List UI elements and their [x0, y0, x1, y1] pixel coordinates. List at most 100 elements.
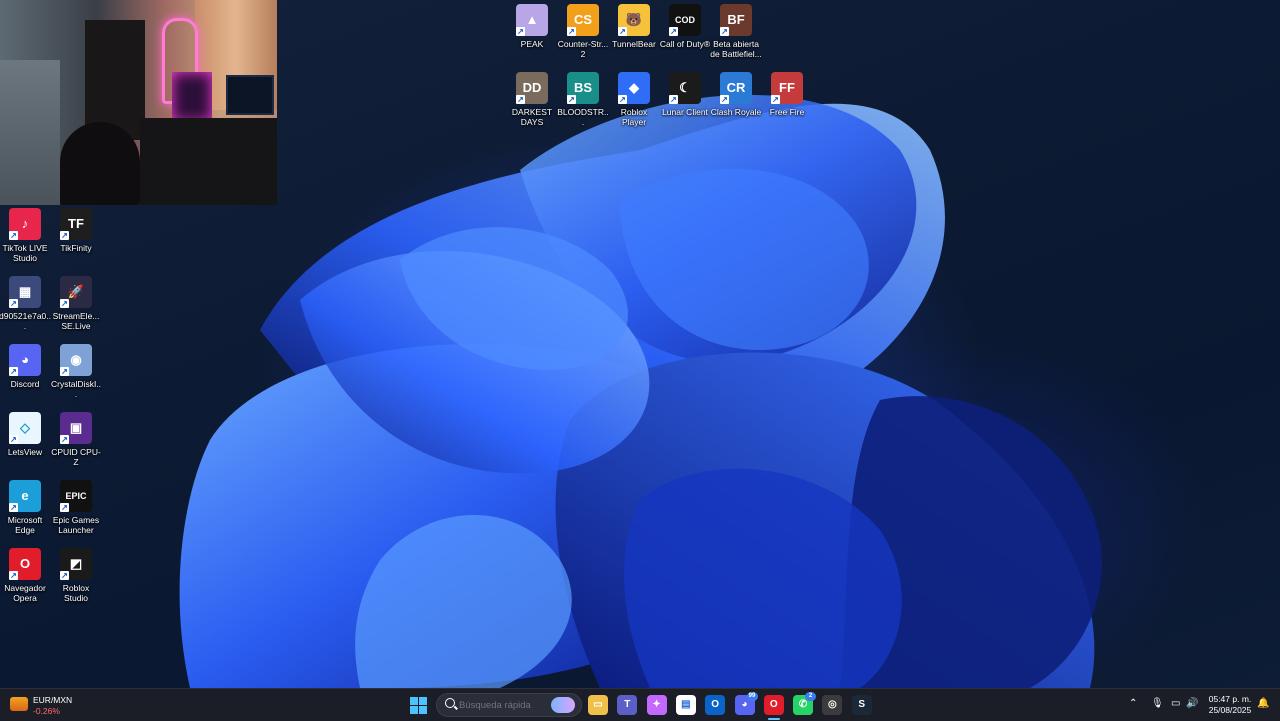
desktop-icon-label: Clash Royale [710, 107, 762, 117]
desktop-icon-call-of-duty[interactable]: COD ↗ Call of Duty® [659, 4, 711, 49]
desktop-icon-label: BLOODSTR... [557, 107, 609, 127]
desktop-icon-label: StreamEle... SE.Live [52, 311, 100, 331]
microphone-icon[interactable]: 🎙 [1151, 698, 1164, 709]
show-hidden-icons-chevron-icon[interactable]: ⌃ [1129, 698, 1137, 709]
roblox-studio-icon: ◩ ↗ [60, 548, 92, 580]
shortcut-arrow-icon: ↗ [60, 231, 69, 240]
taskbar-file-explorer-icon[interactable]: ▭ [588, 695, 608, 715]
shortcut-arrow-icon: ↗ [60, 503, 69, 512]
desktop-icon-tunnelbear[interactable]: 🐻 ↗ TunnelBear [608, 4, 660, 49]
desktop-icon-bloodstrike[interactable]: BS ↗ BLOODSTR... [557, 72, 609, 127]
desktop-icon-label: PEAK [520, 39, 544, 49]
search-icon [445, 698, 455, 708]
desktop-icon-crystaldiskinfo[interactable]: ◉ ↗ CrystalDiskI... [50, 344, 102, 399]
desktop-icon-label: Free Fire [769, 107, 805, 117]
start-button[interactable] [410, 697, 427, 714]
desktop-icon-tiktok-live-studio[interactable]: ♪ ↗ TikTok LIVE Studio [0, 208, 51, 263]
tikfinity-icon: TF ↗ [60, 208, 92, 240]
tiktok-live-studio-icon: ♪ ↗ [9, 208, 41, 240]
shortcut-arrow-icon: ↗ [720, 95, 729, 104]
desktop-icon-peak[interactable]: ▲ ↗ PEAK [506, 4, 558, 49]
taskbar-outlook-icon[interactable]: O [705, 695, 726, 715]
desktop-icon-lunar-client[interactable]: ☾ ↗ Lunar Client [659, 72, 711, 117]
taskbar-discord-icon[interactable]: ◕ 99 [734, 692, 758, 715]
free-fire-icon: FF ↗ [771, 72, 803, 104]
desktop-icon-battlefield-beta[interactable]: BF ↗ Beta abierta de Battlefiel... [710, 4, 762, 59]
desktop-icon-opera[interactable]: O ↗ Navegador Opera [0, 548, 51, 603]
desktop-icon-label: d90521e7a0... [0, 311, 51, 331]
desktop-icon-label: Roblox Player [620, 107, 648, 127]
taskbar-copilot-icon[interactable]: ✦ [646, 695, 667, 715]
desktop-icon-roblox-studio[interactable]: ◩ ↗ Roblox Studio [50, 548, 102, 603]
battlefield-beta-icon: BF ↗ [720, 4, 752, 36]
desktop-icon-counter-strike-2[interactable]: CS ↗ Counter-Str... 2 [557, 4, 609, 59]
peak-icon: ▲ ↗ [516, 4, 548, 36]
tunnelbear-icon: 🐻 ↗ [618, 4, 650, 36]
desktop-icon-free-fire[interactable]: FF ↗ Free Fire [761, 72, 813, 117]
shortcut-arrow-icon: ↗ [720, 27, 729, 36]
chart-icon [10, 697, 28, 711]
desktop-icon-letsview[interactable]: ◇ ↗ LetsView [0, 412, 51, 457]
shortcut-arrow-icon: ↗ [618, 27, 627, 36]
desktop-icon-label: TunnelBear [612, 39, 656, 49]
taskbar-microsoft-store-icon[interactable]: ▤ [675, 695, 696, 715]
webcam-overlay [0, 0, 277, 205]
desktop-icon-label: Microsoft Edge [7, 515, 43, 535]
clock-time: 05:47 p. m. [1208, 694, 1252, 704]
windows-logo-icon [410, 697, 418, 705]
taskbar-opera-icon[interactable]: O [763, 695, 784, 715]
taskbar-teams-icon[interactable]: T [617, 695, 638, 715]
cpu-z-icon: ▣ ↗ [60, 412, 92, 444]
shortcut-arrow-icon: ↗ [669, 95, 678, 104]
clash-royale-icon: CR ↗ [720, 72, 752, 104]
taskbar-chrome-icon[interactable]: ◎ [822, 695, 843, 715]
desktop-icon-label: Call of Duty® [659, 39, 711, 49]
desktop-icon-label: Epic Games Launcher [52, 515, 100, 535]
search-highlight-icon [551, 697, 575, 713]
lunar-client-icon: ☾ ↗ [669, 72, 701, 104]
shortcut-arrow-icon: ↗ [9, 367, 18, 376]
darkest-days-icon: DD ↗ [516, 72, 548, 104]
shortcut-arrow-icon: ↗ [516, 95, 525, 104]
video-file-icon: ▦ ↗ [9, 276, 41, 308]
taskbar-steam-icon[interactable]: S [851, 695, 872, 715]
desktop-icon-streamelements[interactable]: 🚀 ↗ StreamEle... SE.Live [50, 276, 102, 331]
roblox-player-icon: ◆ ↗ [618, 72, 650, 104]
shortcut-arrow-icon: ↗ [9, 299, 18, 308]
desktop-icon-darkest-days[interactable]: DD ↗ DARKEST DAYS [506, 72, 558, 127]
desktop-icon-roblox-player[interactable]: ◆ ↗ Roblox Player [608, 72, 660, 127]
volume-icon[interactable]: 🔊 [1186, 698, 1198, 709]
desktop-icon-label: TikFinity [60, 243, 92, 253]
desktop-icon-microsoft-edge[interactable]: e ↗ Microsoft Edge [0, 480, 51, 535]
shortcut-arrow-icon: ↗ [567, 95, 576, 104]
shortcut-arrow-icon: ↗ [60, 367, 69, 376]
desktop-icon-discord[interactable]: ◕ ↗ Discord [0, 344, 51, 389]
widget-title: EUR/MXN [33, 695, 73, 705]
desktop-icon-label: LetsView [7, 447, 43, 457]
desktop-icon-video-file[interactable]: ▦ ↗ d90521e7a0... [0, 276, 51, 331]
desktop-icon-clash-royale[interactable]: CR ↗ Clash Royale [710, 72, 762, 117]
clock[interactable]: 05:47 p. m. 25/08/2025 [1200, 694, 1260, 716]
taskbar: EUR/MXN -0.26% ▭T✦▤O◕99O✆2◎S ⌃ 🎙 ▭ 🔊 05:… [0, 688, 1280, 721]
desktop-icon-label: Roblox Studio [62, 583, 90, 603]
shortcut-arrow-icon: ↗ [9, 503, 18, 512]
streamelements-icon: 🚀 ↗ [60, 276, 92, 308]
taskbar-search[interactable] [436, 693, 582, 717]
taskbar-whatsapp-icon[interactable]: ✆ 2 [793, 692, 817, 715]
desktop-icon-cpu-z[interactable]: ▣ ↗ CPUID CPU-Z [50, 412, 102, 467]
desktop-icon-tikfinity[interactable]: TF ↗ TikFinity [50, 208, 102, 253]
shortcut-arrow-icon: ↗ [60, 435, 69, 444]
desktop-icon-label: Discord [10, 379, 40, 389]
notification-badge: 2 [805, 692, 817, 701]
clock-date: 25/08/2025 [1208, 705, 1252, 715]
shortcut-arrow-icon: ↗ [771, 95, 780, 104]
search-input[interactable] [459, 697, 547, 713]
opera-icon: O ↗ [9, 548, 41, 580]
network-icon[interactable]: ▭ [1171, 698, 1180, 709]
counter-strike-2-icon: CS ↗ [567, 4, 599, 36]
letsview-icon: ◇ ↗ [9, 412, 41, 444]
notification-bell-icon[interactable]: 🔔 [1257, 698, 1269, 709]
desktop-icon-label: CrystalDiskI... [50, 379, 102, 399]
widget-change: -0.26% [33, 706, 60, 716]
desktop-icon-epic-games[interactable]: EPIC ↗ Epic Games Launcher [50, 480, 102, 535]
